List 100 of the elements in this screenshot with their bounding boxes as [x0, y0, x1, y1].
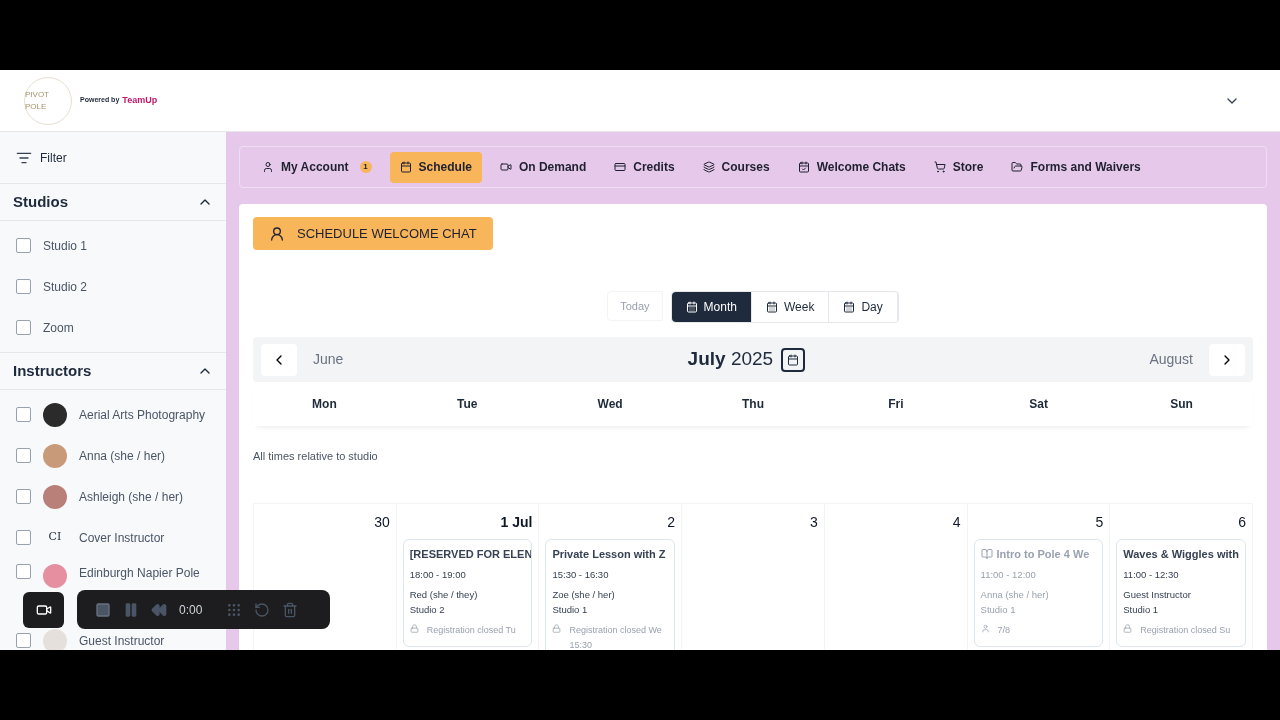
event-time: 15:30 - 16:30 — [552, 568, 610, 582]
previous-month-label[interactable]: June — [313, 349, 344, 370]
nav-tab[interactable]: Forms and Waivers — [1001, 151, 1151, 183]
next-month-label[interactable]: August — [1149, 349, 1193, 370]
nav-icon — [399, 161, 412, 173]
weekday-header: Wed — [596, 396, 624, 413]
view-toggle[interactable]: Week — [751, 292, 830, 322]
event-card[interactable]: Waves & Wiggles with 11:00 - 12:30 Guest Instructor Studio 1 Registration closed Su — [1116, 538, 1246, 647]
filter-option-label[interactable]: Studio 1 — [43, 236, 88, 255]
avatar-initials: CI — [47, 529, 63, 546]
current-month: July 2025 — [687, 347, 774, 372]
lock-icon — [552, 623, 562, 633]
user-icon — [269, 225, 285, 242]
filter-option-label[interactable]: Aerial Arts Photography — [79, 405, 206, 424]
filter-option-label[interactable]: Guest Instructor — [79, 631, 165, 650]
count-badge: 1 — [359, 161, 372, 173]
pause-icon[interactable] — [123, 601, 139, 618]
nav-icon — [797, 161, 810, 173]
nav-tab[interactable]: Credits — [604, 151, 685, 183]
camera-button[interactable] — [23, 592, 64, 628]
filter-option-label[interactable]: Edinburgh Napier Pole — [79, 564, 200, 582]
schedule-welcome-chat-button[interactable]: SCHEDULE WELCOME CHAT — [253, 217, 493, 250]
event-time: 11:00 - 12:00 — [980, 568, 1037, 582]
filter-label[interactable]: Filter — [40, 148, 67, 167]
event-status: Registration closed We 15:30 — [569, 623, 663, 650]
lock-icon — [409, 623, 419, 633]
weekday-header: Thu — [741, 396, 765, 413]
day-number: 4 — [952, 512, 961, 532]
event-title: [RESERVED FOR ELEN — [409, 546, 532, 562]
event-title: Waves & Wiggles with — [1123, 546, 1239, 562]
checkbox[interactable] — [16, 238, 31, 253]
event-instructor: Guest Instructor — [1123, 588, 1192, 603]
nav-tab[interactable]: Schedule — [389, 151, 482, 183]
date-picker-icon[interactable] — [781, 347, 806, 372]
event-title: Intro to Pole 4 We — [996, 546, 1090, 562]
filter-option-label[interactable]: Ashleigh (she / her) — [79, 487, 184, 506]
stop-icon[interactable] — [95, 601, 111, 618]
recording-time: 0:00 — [179, 601, 203, 619]
event-studio: Studio 1 — [1123, 602, 1160, 617]
event-instructor: Zoe (she / her) — [552, 588, 616, 603]
checkbox[interactable] — [16, 320, 31, 335]
day-number: 3 — [810, 512, 818, 532]
checkbox[interactable] — [16, 564, 31, 579]
day-number: 1 Jul — [500, 512, 533, 532]
event-status: 7/8 — [997, 623, 1011, 637]
checkbox[interactable] — [16, 448, 31, 463]
weekday-header: Sun — [1169, 396, 1194, 413]
nav-icon — [702, 161, 715, 173]
trash-icon[interactable] — [282, 601, 299, 618]
filter-option-label[interactable]: Studio 2 — [43, 277, 88, 296]
checkbox[interactable] — [16, 279, 31, 294]
event-time: 11:00 - 12:30 — [1123, 568, 1180, 582]
event-studio: Studio 2 — [409, 602, 446, 617]
nav-tab[interactable]: My Account 1 — [252, 151, 382, 183]
video-camera-icon — [35, 602, 52, 618]
previous-month-button[interactable] — [261, 343, 297, 376]
person-icon — [980, 623, 990, 633]
event-studio: Studio 1 — [552, 602, 589, 617]
checkbox[interactable] — [16, 489, 31, 504]
calendar-icon — [765, 301, 778, 313]
section-title: Instructors — [13, 360, 92, 381]
calendar-icon — [843, 301, 856, 313]
filter-option-label[interactable]: Zoom — [43, 318, 74, 337]
view-toggle[interactable]: Month — [671, 292, 752, 322]
event-time: 18:00 - 19:00 — [409, 568, 467, 582]
grid-icon[interactable] — [226, 601, 243, 618]
timezone-note: All times relative to studio — [253, 449, 379, 464]
nav-icon — [499, 161, 512, 173]
filter-option-label[interactable]: Cover Instructor — [79, 528, 165, 547]
checkbox[interactable] — [16, 407, 31, 422]
event-title: Private Lesson with Z — [552, 546, 666, 562]
view-toggle[interactable]: Day — [829, 292, 898, 322]
event-studio: Studio 1 — [980, 602, 1017, 617]
checkbox[interactable] — [16, 530, 31, 545]
restart-icon[interactable] — [254, 601, 271, 618]
day-number: 30 — [374, 512, 390, 532]
event-card[interactable]: Private Lesson with Z 15:30 - 16:30 Zoe (she / her) Studio 1 Registration closed We 15:30 — [545, 538, 676, 650]
weekday-header: Fri — [887, 396, 905, 413]
day-number: 6 — [1238, 512, 1246, 532]
weekday-header: Tue — [456, 396, 479, 413]
event-card[interactable]: [RESERVED FOR ELEN 18:00 - 19:00 Red (she / they) Studio 2 Registration closed Tu — [402, 538, 533, 647]
day-number: 2 — [667, 512, 676, 532]
nav-tab[interactable]: On Demand — [489, 151, 597, 183]
rewind-icon[interactable] — [151, 601, 167, 618]
day-number: 5 — [1095, 512, 1104, 532]
section-title: Studios — [13, 191, 68, 212]
lock-icon — [1123, 623, 1133, 633]
nav-tab[interactable]: Courses — [692, 151, 780, 183]
next-month-button[interactable] — [1209, 343, 1245, 376]
weekday-header: Mon — [311, 396, 338, 413]
nav-icon — [933, 161, 946, 173]
nav-tab[interactable]: Store — [923, 151, 994, 183]
filter-option-label[interactable]: Anna (she / her) — [79, 446, 166, 465]
event-instructor: Red (she / they) — [409, 588, 479, 603]
nav-icon — [614, 161, 627, 173]
nav-tab[interactable]: Welcome Chats — [787, 151, 916, 183]
checkbox[interactable] — [16, 633, 31, 648]
nav-icon — [1011, 161, 1024, 173]
brand-logo-text: TeamUp — [122, 93, 158, 107]
weekday-header: Sat — [1028, 396, 1050, 413]
